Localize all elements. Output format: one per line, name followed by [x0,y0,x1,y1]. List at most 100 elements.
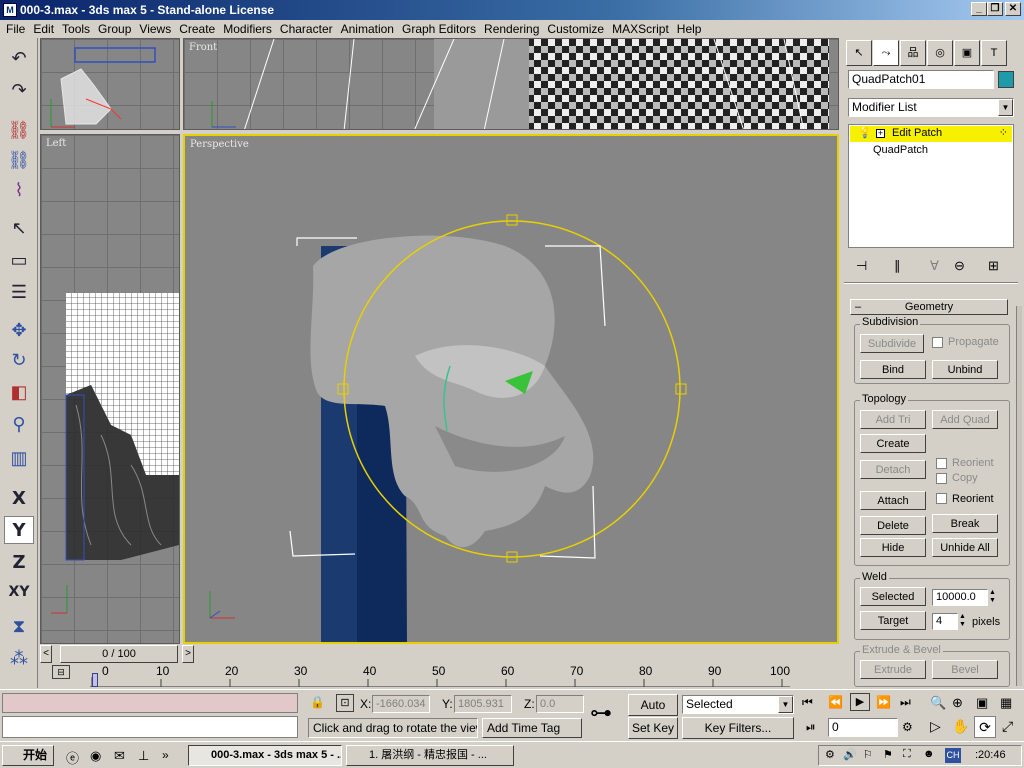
undo-icon[interactable]: ↶ [4,44,34,72]
unbind-button[interactable]: Unbind [932,360,998,379]
menu-maxscript[interactable]: MAXScript [608,20,673,38]
menu-character[interactable]: Character [276,20,337,38]
create-tab[interactable]: ↖ [846,40,872,66]
play-icon[interactable]: ▶ [850,693,870,711]
maxscript-listener[interactable] [2,693,298,713]
move-icon[interactable]: ✥ [4,316,34,344]
bind-space-warp-icon[interactable]: ⌇ [4,176,34,204]
menu-rendering[interactable]: Rendering [480,20,543,38]
weld-threshold-spinner[interactable]: ▲ ▼ [989,589,996,605]
ik-icon[interactable]: ⚲ [4,410,34,438]
weld-selected-button[interactable]: Selected [860,587,926,606]
display-tab[interactable]: ▣ [954,40,980,66]
align-icon[interactable]: ▥ [4,444,34,472]
restrict-xy-button[interactable]: XY [4,578,34,606]
break-button[interactable]: Break [932,514,998,533]
network-icon[interactable]: ⚙ [825,748,835,761]
minimize-button[interactable]: _ [971,2,987,16]
configure-sets-icon[interactable]: ⊞ [988,258,999,274]
viewport-front[interactable]: Front [183,38,839,130]
more-icon[interactable]: » [162,748,169,762]
key-mode-toggle-icon[interactable]: ⏯ [806,720,816,735]
ime-indicator[interactable]: CH [945,748,961,763]
add-quad-button[interactable]: Add Quad [932,410,998,429]
scale-icon[interactable]: ◧ [4,378,34,406]
tray-icon-3[interactable]: ⚐ [863,748,873,761]
volume-icon[interactable]: 🔊 [843,748,857,761]
field-of-view-icon[interactable]: ▷ [930,718,941,735]
menu-edit[interactable]: Edit [29,20,58,38]
z-coordinate-field[interactable]: 0.0 [536,695,584,713]
key-icon[interactable]: ⊶ [590,700,612,726]
menu-graph-editors[interactable]: Graph Editors [398,20,480,38]
zoom-icon[interactable]: 🔍 [930,695,946,711]
outlook-icon[interactable]: ✉ [114,748,125,764]
bind-button[interactable]: Bind [860,360,926,379]
menu-modifiers[interactable]: Modifiers [219,20,276,38]
close-button[interactable]: ✕ [1005,2,1021,16]
panel-scrollbar[interactable] [1016,306,1022,686]
stack-item-quadpatch[interactable]: QuadPatch [873,144,928,156]
task-music-player[interactable]: 1. 屠洪纲 - 精忠报国 - ... [346,745,514,766]
unlink-icon[interactable]: ⛓ [4,146,34,174]
x-coordinate-field[interactable]: -1660.034 [372,695,430,713]
modify-tab[interactable]: ⤳ [873,40,899,66]
pin-stack-icon[interactable]: ⊣ [856,258,867,274]
geometry-rollout-header[interactable]: – Geometry [850,299,1008,315]
tray-icon-5[interactable]: ⛶ [903,748,911,761]
track-bar[interactable]: ⊟ 0 10 20 30 40 50 60 70 80 90 100 [40,663,840,689]
viewport-left[interactable]: Left [40,134,180,644]
current-frame-field[interactable]: 0 [828,718,898,737]
extrude-button[interactable]: Extrude [860,660,926,679]
zoom-all-icon[interactable]: ⊕ [952,695,963,711]
add-time-tag-button[interactable]: Add Time Tag [482,718,582,738]
track-ruler[interactable]: 0 10 20 30 40 50 60 70 80 90 100 [90,663,790,687]
time-slider-thumb[interactable]: 0 / 100 [60,645,178,663]
weld-threshold-field[interactable]: 10000.0 [932,589,988,606]
go-to-start-icon[interactable]: ⏮ [802,695,813,710]
subdivide-button[interactable]: Subdivide [860,334,924,353]
chevron-down-icon[interactable]: ▼ [998,99,1013,116]
propagate-checkbox[interactable] [932,337,943,348]
restrict-z-button[interactable]: Z [4,548,34,576]
hide-button[interactable]: Hide [860,538,926,557]
weld-pixels-field[interactable]: 4 [932,613,958,630]
viewport-top[interactable] [40,38,180,130]
time-next-button[interactable]: > [182,645,194,663]
zoom-extents-icon[interactable]: ▣ [976,695,988,711]
delete-button[interactable]: Delete [860,516,926,535]
ie-icon[interactable]: ⓔ [66,748,79,767]
time-prev-button[interactable]: < [40,645,52,663]
menu-help[interactable]: Help [673,20,706,38]
array-icon[interactable]: ⁂ [4,644,34,672]
weld-target-button[interactable]: Target [860,611,926,630]
bevel-button[interactable]: Bevel [932,660,998,679]
menu-create[interactable]: Create [175,20,219,38]
light-bulb-icon[interactable]: 💡 [858,126,872,139]
curve-editor-icon[interactable]: ⊟ [52,665,70,679]
qq-icon[interactable]: ☻ [923,748,935,760]
time-slider[interactable]: < 0 / 100 > [40,645,840,663]
select-object-icon[interactable]: ↖ [4,214,34,242]
add-tri-button[interactable]: Add Tri [860,410,926,429]
unhide-all-button[interactable]: Unhide All [932,538,998,557]
restrict-y-button[interactable]: Y [4,516,34,544]
stack-item-edit-patch[interactable]: 💡 + Edit Patch ⁘ [850,126,1012,142]
expand-icon[interactable]: + [876,129,885,138]
media-icon[interactable]: ◉ [90,748,101,764]
prev-frame-icon[interactable]: ⏪ [828,695,843,709]
object-color-swatch[interactable] [998,71,1014,88]
restrict-x-button[interactable]: X [4,484,34,512]
app-icon[interactable]: M [3,3,17,17]
select-region-icon[interactable]: ▭ [4,246,34,274]
utilities-tab[interactable]: T [981,40,1007,66]
attach-button[interactable]: Attach [860,491,926,510]
rotate-icon[interactable]: ↻ [4,346,34,374]
viewport-perspective[interactable]: Perspective [183,134,839,644]
reorient-checkbox-2[interactable] [936,493,947,504]
menu-views[interactable]: Views [135,20,175,38]
next-frame-icon[interactable]: ⏩ [876,695,891,709]
maximize-viewport-icon[interactable]: ⤢ [1002,718,1013,735]
time-config-icon[interactable]: ⚙ [902,720,913,734]
show-end-result-icon[interactable]: ∥ [894,258,901,274]
